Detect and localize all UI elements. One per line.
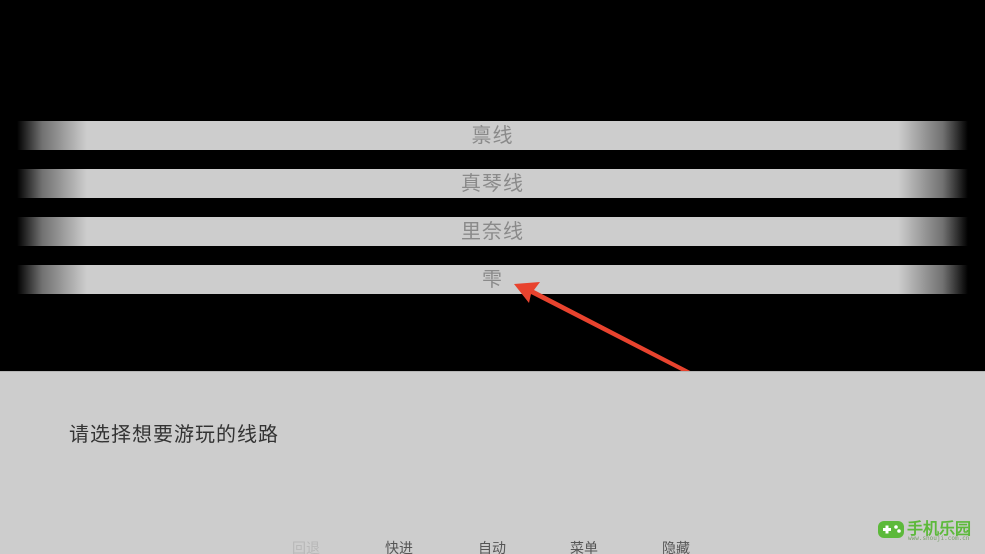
route-option-shizuku[interactable]: 雫 (17, 265, 968, 294)
gamepad-icon (878, 521, 904, 538)
route-option-label: 里奈线 (461, 219, 524, 243)
game-screen: 禀线 真琴线 里奈线 雫 请选择想要游玩的线路 回退 快进 自动 菜单 隐藏 手… (0, 0, 985, 554)
hide-button[interactable]: 隐藏 (662, 538, 690, 554)
watermark-url: www.shouji.com.cn (908, 535, 970, 542)
route-option-rina[interactable]: 里奈线 (17, 217, 968, 246)
back-button[interactable]: 回退 (292, 538, 320, 554)
route-choice-list: 禀线 真琴线 里奈线 雫 (17, 121, 968, 313)
route-option-label: 真琴线 (461, 171, 524, 195)
route-option-lin[interactable]: 禀线 (17, 121, 968, 150)
menu-button[interactable]: 菜单 (570, 538, 598, 554)
dialogue-message: 请选择想要游玩的线路 (69, 422, 279, 446)
watermark-logo: 手机乐园 www.shouji.com.cn (877, 514, 977, 548)
auto-button[interactable]: 自动 (478, 538, 506, 554)
route-option-label: 雫 (482, 267, 503, 291)
control-bar: 回退 快进 自动 菜单 隐藏 (0, 538, 985, 554)
route-option-makoto[interactable]: 真琴线 (17, 169, 968, 198)
fast-forward-button[interactable]: 快进 (385, 538, 413, 554)
route-option-label: 禀线 (471, 123, 514, 147)
dialogue-box: 请选择想要游玩的线路 回退 快进 自动 菜单 隐藏 (0, 371, 985, 554)
